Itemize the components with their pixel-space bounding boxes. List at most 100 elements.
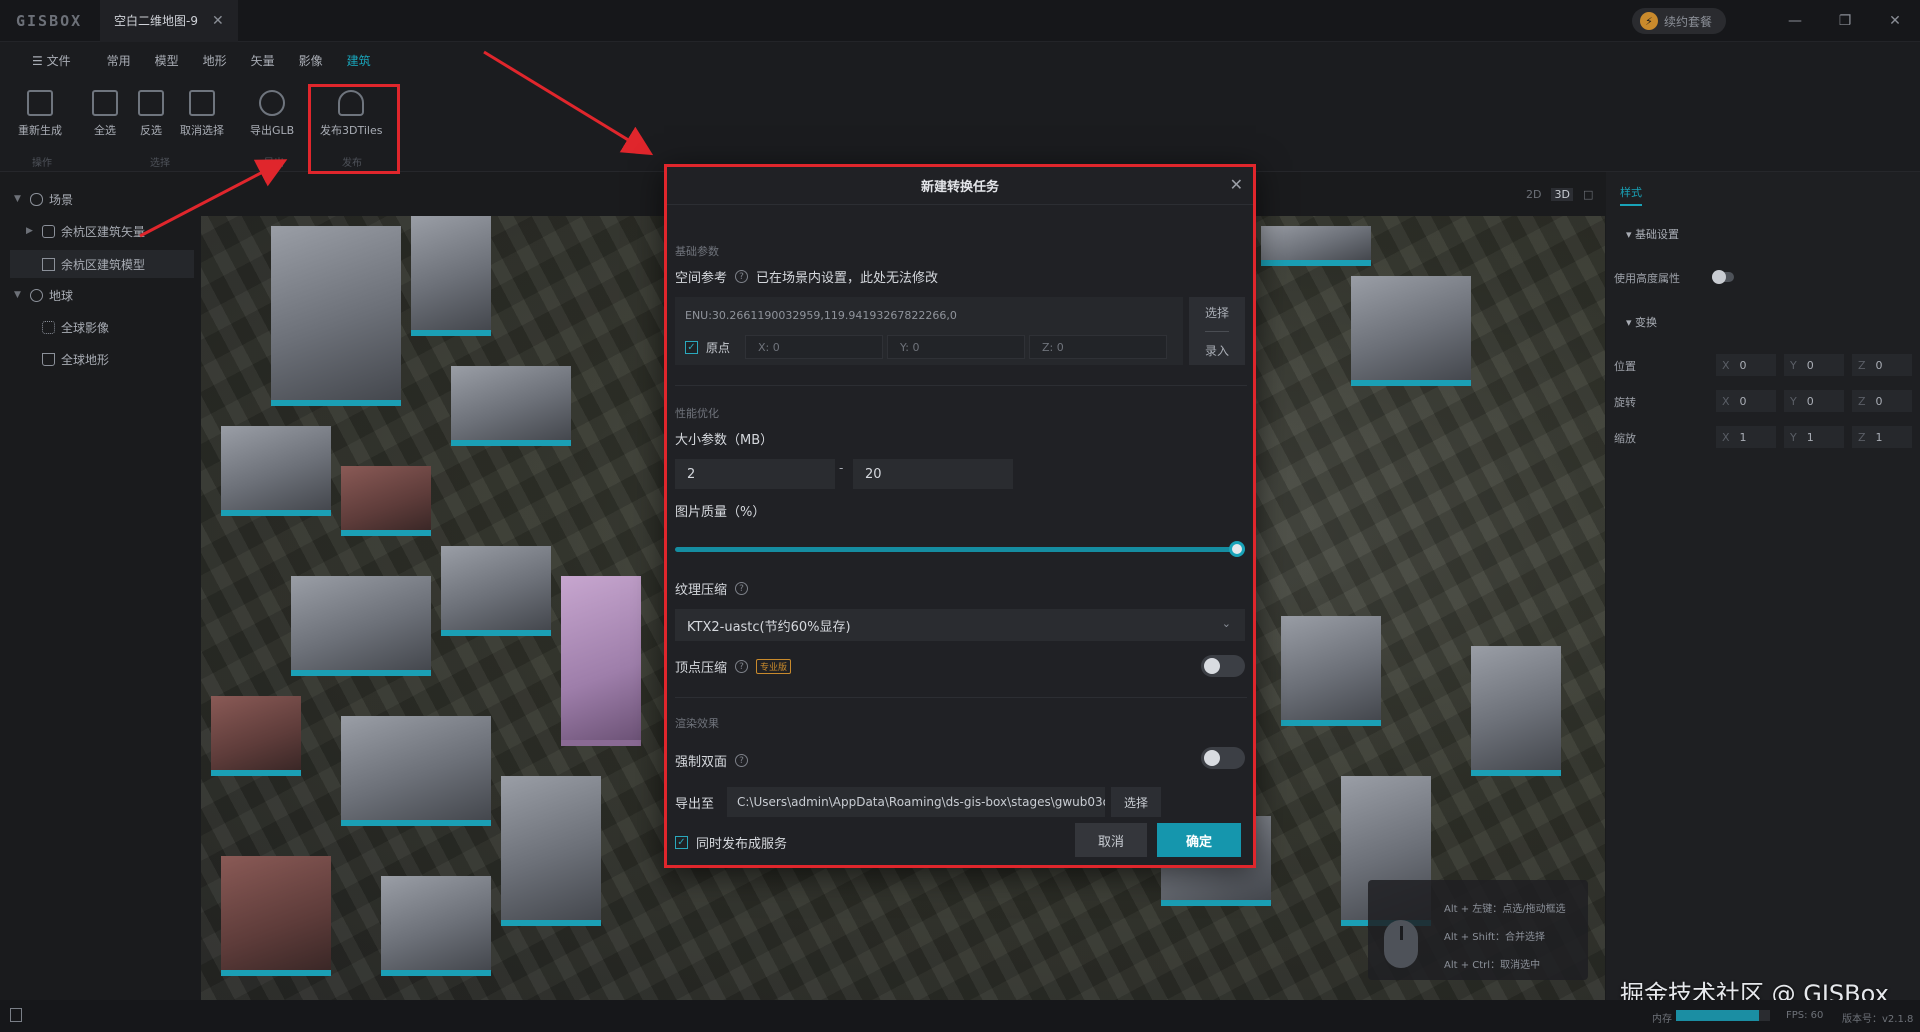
export-path-input[interactable]: C:\Users\admin\AppData\Roaming\ds-gis-bo… xyxy=(727,787,1105,817)
z-axis-label: Z xyxy=(1858,358,1866,372)
range-dash: - xyxy=(839,461,844,475)
confirm-button[interactable]: 确定 xyxy=(1157,823,1241,857)
menu-common[interactable]: 常用 xyxy=(95,42,143,80)
publish-service-checkbox[interactable]: ✓ 同时发布成服务 xyxy=(675,833,787,852)
texture-compression-select[interactable]: KTX2-uastc(节约60%显存) ⌄ xyxy=(675,609,1245,641)
srs-choose-input-button[interactable]: 选择 录入 xyxy=(1189,297,1245,365)
select-all-icon xyxy=(92,90,118,116)
transform-header[interactable]: ▾ 变换 xyxy=(1626,314,1657,330)
divider xyxy=(675,697,1247,698)
position-y-field[interactable]: Y0 xyxy=(1784,354,1844,376)
size-max-input[interactable]: 20 xyxy=(853,459,1013,489)
export-glb-button[interactable]: 导出GLB xyxy=(250,90,294,138)
menu-building[interactable]: 建筑 xyxy=(335,42,383,80)
tree-item-imagery[interactable]: 全球影像 xyxy=(42,314,109,340)
export-choose-button[interactable]: 选择 xyxy=(1111,787,1161,817)
position-z-field[interactable]: Z0 xyxy=(1852,354,1912,376)
file-menu[interactable]: ☰ 文件 xyxy=(20,42,95,80)
rotation-z-value: 0 xyxy=(1875,394,1883,408)
size-min-input[interactable]: 2 xyxy=(675,459,835,489)
close-icon[interactable]: ✕ xyxy=(1230,175,1243,194)
renew-plan-button[interactable]: ⚡ 续约套餐 xyxy=(1632,8,1727,34)
origin-x-field[interactable]: X: 0 xyxy=(745,335,883,359)
tree-item-earth-label: 地球 xyxy=(49,288,74,303)
y-axis-label: Y xyxy=(1790,394,1797,408)
export-label: 导出至 xyxy=(675,797,715,812)
divider xyxy=(1205,330,1229,332)
building xyxy=(1471,646,1561,776)
tree-item-earth[interactable]: ▼ 地球 xyxy=(14,282,73,308)
document-icon[interactable] xyxy=(10,1008,22,1022)
help-icon[interactable]: ? xyxy=(735,660,749,673)
building xyxy=(451,366,571,446)
select-all-button[interactable]: 全选 xyxy=(92,90,118,138)
memory-label: 内存 xyxy=(1652,1014,1672,1025)
scale-z-field[interactable]: Z1 xyxy=(1852,426,1912,448)
scale-z-value: 1 xyxy=(1875,430,1883,444)
tree-item-scene[interactable]: ▼ 场景 xyxy=(14,186,73,212)
help-icon[interactable]: ? xyxy=(735,582,749,595)
restore-icon[interactable]: ❐ xyxy=(1822,0,1868,42)
regenerate-button[interactable]: 重新生成 xyxy=(18,90,62,138)
section-render: 渲染效果 xyxy=(675,717,719,730)
rotation-z-field[interactable]: Z0 xyxy=(1852,390,1912,412)
tree-item-terrain[interactable]: 全球地形 xyxy=(42,346,109,372)
menu-model[interactable]: 模型 xyxy=(143,42,191,80)
menu-imagery[interactable]: 影像 xyxy=(287,42,335,80)
position-label: 位置 xyxy=(1614,360,1636,373)
rotation-x-field[interactable]: X0 xyxy=(1716,390,1776,412)
cancel-button[interactable]: 取消 xyxy=(1075,823,1147,857)
srs-box: ENU:30.2661190032959,119.94193267822266,… xyxy=(675,297,1183,365)
group-select-label: 选择 xyxy=(150,158,170,169)
quality-slider-track[interactable] xyxy=(675,547,1245,552)
texture-selected-value: KTX2-uastc(节约60%显存) xyxy=(687,619,851,635)
rotation-x-value: 0 xyxy=(1739,394,1747,408)
view-2d-tab[interactable]: 2D xyxy=(1526,188,1541,201)
help-icon[interactable]: ? xyxy=(735,270,749,283)
export-glb-label: 导出GLB xyxy=(250,124,295,137)
tree-item-imagery-label: 全球影像 xyxy=(61,320,110,335)
close-window-icon[interactable]: ✕ xyxy=(1872,0,1918,42)
deselect-button[interactable]: 取消选择 xyxy=(180,90,224,138)
fps-label: FPS: 60 xyxy=(1786,1010,1824,1021)
help-icon[interactable]: ? xyxy=(735,754,749,767)
building xyxy=(341,466,431,536)
use-height-toggle[interactable] xyxy=(1712,270,1734,284)
scale-x-field[interactable]: X1 xyxy=(1716,426,1776,448)
rotation-y-field[interactable]: Y0 xyxy=(1784,390,1844,412)
imagery-icon xyxy=(42,320,55,334)
invert-selection-button[interactable]: 反选 xyxy=(138,90,164,138)
position-x-value: 0 xyxy=(1739,358,1747,372)
tree-item-model[interactable]: 余杭区建筑模型 xyxy=(42,251,145,277)
building xyxy=(271,226,401,406)
x-axis-label: X xyxy=(1722,358,1730,372)
chevron-down-icon: ▼ xyxy=(14,290,21,300)
view-3d-tab[interactable]: 3D xyxy=(1551,188,1573,201)
pro-badge: 专业版 xyxy=(756,659,792,674)
basic-settings-header[interactable]: ▾ 基础设置 xyxy=(1626,226,1679,242)
origin-checkbox[interactable]: ✓ 原点 xyxy=(685,339,730,356)
publish-highlight-box xyxy=(308,84,400,174)
file-menu-label: 文件 xyxy=(46,54,71,68)
tree-item-vector[interactable]: ▶ 余杭区建筑矢量 xyxy=(26,218,145,244)
view-split-tab[interactable]: □ xyxy=(1583,188,1593,201)
double-side-toggle[interactable] xyxy=(1201,747,1245,769)
document-tab[interactable]: 空白二维地图-9 ✕ xyxy=(100,0,238,42)
menu-terrain[interactable]: 地形 xyxy=(191,42,239,80)
origin-z-field[interactable]: Z: 0 xyxy=(1029,335,1167,359)
close-tab-icon[interactable]: ✕ xyxy=(212,13,224,29)
origin-y-field[interactable]: Y: 0 xyxy=(887,335,1025,359)
quality-slider-thumb[interactable] xyxy=(1229,541,1245,557)
tree-item-vector-label: 余杭区建筑矢量 xyxy=(61,224,146,239)
minimize-icon[interactable]: — xyxy=(1772,0,1818,42)
scale-y-field[interactable]: Y1 xyxy=(1784,426,1844,448)
export-glb-icon xyxy=(259,90,286,116)
tab-style[interactable]: 样式 xyxy=(1620,184,1642,206)
vertex-compression-toggle[interactable] xyxy=(1201,655,1245,677)
title-bar: GISBOX 空白二维地图-9 ✕ ⚡ 续约套餐 — ❐ ✕ xyxy=(0,0,1920,42)
position-x-field[interactable]: X0 xyxy=(1716,354,1776,376)
menu-vector[interactable]: 矢量 xyxy=(239,42,287,80)
group-export-label: 导出 xyxy=(264,158,284,169)
texture-label: 纹理压缩 xyxy=(675,583,728,598)
building xyxy=(221,856,331,976)
